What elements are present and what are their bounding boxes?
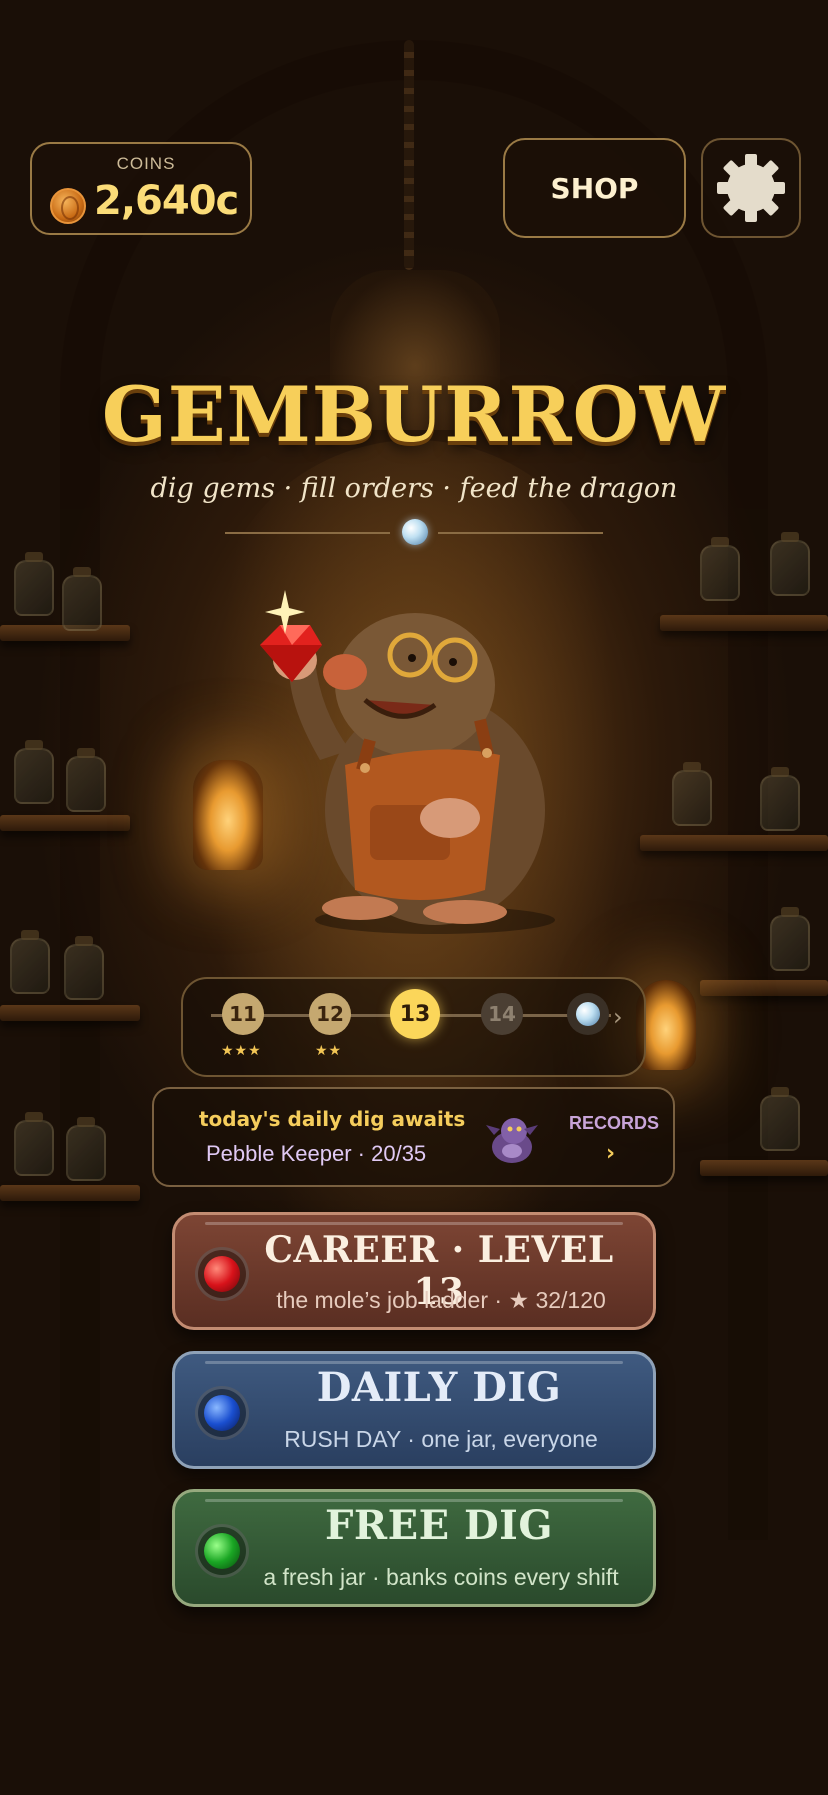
daily-dig-subtitle: RUSH DAY · one jar, everyone <box>284 1426 598 1452</box>
free-dig-button[interactable]: FREE DIG a fresh jar · banks coins every… <box>172 1489 656 1607</box>
settings-button[interactable] <box>701 138 801 238</box>
daily-banner-headline: today's daily dig awaits <box>199 1107 466 1131</box>
green-gem-icon <box>195 1524 249 1578</box>
right-shelf <box>660 615 828 631</box>
jar <box>66 1117 106 1181</box>
chevron-right-icon[interactable]: › <box>606 1141 615 1166</box>
coins-value: 2,640c <box>94 178 239 224</box>
right-shelf <box>700 1160 828 1176</box>
divider <box>438 532 603 534</box>
jar <box>672 762 712 826</box>
shop-button[interactable]: SHOP <box>503 138 686 238</box>
jar <box>760 1087 800 1151</box>
level-number: 11 <box>229 1002 257 1026</box>
reward-orb-icon[interactable] <box>567 993 609 1035</box>
daily-dig-title: DAILY DIG <box>316 1364 562 1411</box>
lamp-chain <box>404 40 414 270</box>
jar <box>62 567 102 631</box>
jar <box>66 748 106 812</box>
level-number: 13 <box>399 1001 431 1027</box>
level-stars: ★★★ <box>221 1043 262 1059</box>
left-shelf <box>0 815 130 831</box>
daily-dig-button[interactable]: DAILY DIG RUSH DAY · one jar, everyone <box>172 1351 656 1469</box>
level-node-12[interactable]: 12 <box>309 993 351 1035</box>
mole-mascot <box>260 590 555 934</box>
daily-banner-progress: Pebble Keeper · 20/35 <box>206 1141 427 1166</box>
jar <box>770 532 810 596</box>
level-number: 12 <box>316 1002 344 1026</box>
level-track: 11 ★★★ 12 ★★ 13 14 › <box>181 977 646 1077</box>
jar <box>700 537 740 601</box>
jar <box>14 1112 54 1176</box>
level-node-13[interactable]: 13 <box>390 989 440 1039</box>
coin-icon <box>50 188 86 224</box>
left-shelf <box>0 1005 140 1021</box>
jar <box>770 907 810 971</box>
game-title: GEMBURROW <box>101 370 727 459</box>
coin-balance: COINS 2,640c <box>30 142 252 235</box>
free-dig-subtitle: a fresh jar · banks coins every shift <box>263 1564 619 1590</box>
red-gem-icon <box>195 1247 249 1301</box>
jar <box>64 936 104 1000</box>
shop-label: SHOP <box>550 171 639 205</box>
jar <box>14 552 54 616</box>
dragon-icon <box>486 1118 538 1163</box>
jar <box>760 767 800 831</box>
level-stars: ★★ <box>315 1043 343 1059</box>
daily-dig-banner[interactable]: today's daily dig awaits Pebble Keeper ·… <box>152 1087 675 1187</box>
chevron-right-icon[interactable]: › <box>613 1003 623 1031</box>
jar <box>10 930 50 994</box>
gear-icon <box>717 154 785 222</box>
jar <box>14 740 54 804</box>
career-subtitle: the mole’s job ladder · ★ 32/120 <box>276 1287 606 1313</box>
career-button[interactable]: CAREER · LEVEL 13 the mole’s job ladder … <box>172 1212 656 1330</box>
blue-gem-icon <box>195 1386 249 1440</box>
game-tagline: dig gems · fill orders · feed the dragon <box>150 473 678 504</box>
left-shelf <box>0 1185 140 1201</box>
records-link[interactable]: RECORDS <box>569 1113 659 1134</box>
divider <box>225 532 390 534</box>
right-shelf <box>700 980 828 996</box>
level-node-14[interactable]: 14 <box>481 993 523 1035</box>
coins-label: COINS <box>116 154 176 173</box>
level-number: 14 <box>488 1002 516 1026</box>
right-shelf <box>640 835 828 851</box>
level-node-11[interactable]: 11 <box>222 993 264 1035</box>
orb-icon <box>402 519 428 545</box>
free-dig-title: FREE DIG <box>324 1502 554 1549</box>
